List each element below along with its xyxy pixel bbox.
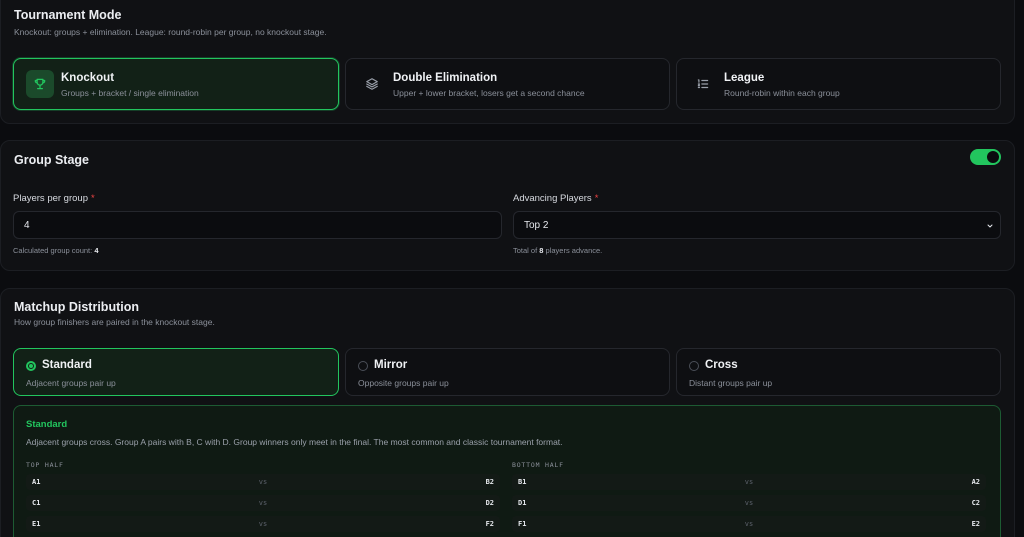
- tournament-mode-subtitle: Knockout: groups + elimination. League: …: [14, 27, 327, 37]
- mode-option-double-elimination[interactable]: Double Elimination Upper + lower bracket…: [345, 58, 670, 110]
- mode-option-desc: Upper + lower bracket, losers get a seco…: [393, 88, 585, 98]
- pairing-row: E1 vs F2: [26, 516, 500, 532]
- mode-option-desc: Round-robin within each group: [724, 88, 840, 98]
- matchup-option-desc: Distant groups pair up: [689, 378, 773, 388]
- chevron-down-icon: [987, 224, 993, 228]
- matchup-option-name: Mirror: [374, 359, 408, 371]
- matchup-option-desc: Adjacent groups pair up: [26, 378, 116, 388]
- group-stage-card: Group Stage: [0, 140, 1015, 271]
- mode-option-knockout[interactable]: Knockout Groups + bracket / single elimi…: [13, 58, 339, 110]
- matchup-detail-panel: Standard Adjacent groups cross. Group A …: [13, 405, 1001, 537]
- list-ordered-icon: [689, 70, 717, 98]
- advance-total-hint: Total of 8 players advance.: [513, 246, 603, 255]
- players-per-group-label: Players per group *: [13, 193, 95, 204]
- trophy-icon: [26, 70, 54, 98]
- required-mark: *: [594, 193, 599, 204]
- mode-option-desc: Groups + bracket / single elimination: [61, 88, 199, 98]
- top-half-label: TOP HALF: [26, 461, 64, 469]
- group-count-hint: Calculated group count: 4: [13, 246, 99, 255]
- group-stage-toggle[interactable]: [970, 149, 1001, 165]
- matchup-title: Matchup Distribution: [14, 300, 139, 314]
- radio-button[interactable]: [26, 361, 36, 371]
- required-mark: *: [90, 193, 95, 204]
- matchup-subtitle: How group finishers are paired in the kn…: [14, 317, 215, 327]
- matchup-option-standard[interactable]: Standard Adjacent groups pair up: [13, 348, 339, 396]
- matchup-option-desc: Opposite groups pair up: [358, 378, 449, 388]
- pairing-row: C1 vs D2: [26, 495, 500, 511]
- pairing-row: D1 vs C2: [512, 495, 986, 511]
- radio-button[interactable]: [358, 361, 368, 371]
- pairing-row: A1 vs B2: [26, 474, 500, 490]
- matchup-option-name: Standard: [42, 359, 92, 371]
- layers-icon: [358, 70, 386, 98]
- pairing-row: B1 vs A2: [512, 474, 986, 490]
- matchup-detail-text: Adjacent groups cross. Group A pairs wit…: [26, 437, 563, 447]
- advancing-players-select[interactable]: Top 2: [513, 211, 1001, 239]
- radio-button[interactable]: [689, 361, 699, 371]
- bottom-half-label: BOTTOM HALF: [512, 461, 564, 469]
- matchup-option-name: Cross: [705, 359, 738, 371]
- mode-option-name: Double Elimination: [393, 72, 498, 84]
- matchup-option-mirror[interactable]: Mirror Opposite groups pair up: [345, 348, 670, 396]
- advancing-players-label: Advancing Players *: [513, 193, 599, 204]
- pairing-row: F1 vs E2: [512, 516, 986, 532]
- mode-option-league[interactable]: League Round-robin within each group: [676, 58, 1001, 110]
- matchup-option-cross[interactable]: Cross Distant groups pair up: [676, 348, 1001, 396]
- players-per-group-input[interactable]: 4: [13, 211, 502, 239]
- group-stage-title: Group Stage: [14, 153, 90, 167]
- tournament-mode-title: Tournament Mode: [14, 8, 122, 22]
- mode-option-name: League: [724, 72, 765, 84]
- mode-option-name: Knockout: [61, 72, 115, 84]
- matchup-detail-title: Standard: [26, 419, 68, 430]
